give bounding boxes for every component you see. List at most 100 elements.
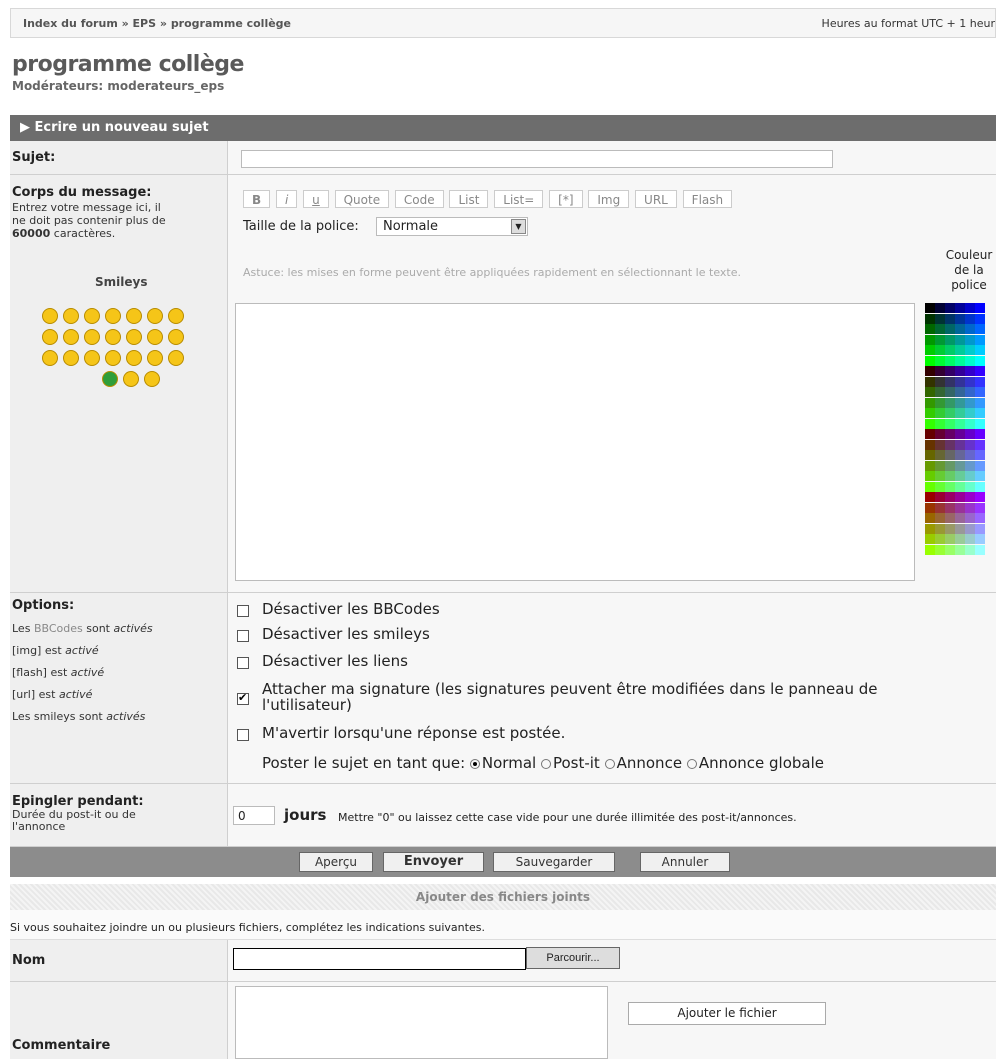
attach-signature-checkbox[interactable] [237, 691, 249, 705]
browse-button[interactable]: Parcourir... [526, 947, 620, 969]
color-swatch[interactable] [945, 313, 955, 324]
color-swatch[interactable] [955, 313, 965, 324]
color-swatch[interactable] [945, 492, 955, 502]
color-swatch[interactable] [965, 544, 975, 555]
color-swatch[interactable] [955, 492, 965, 502]
smiley-icon[interactable] [63, 350, 79, 366]
smiley-icon[interactable] [126, 350, 142, 366]
color-swatch[interactable] [935, 439, 945, 450]
list-numbered-button[interactable]: List= [494, 190, 544, 208]
post-type-global-radio[interactable] [686, 759, 697, 769]
smiley-icon[interactable] [147, 350, 163, 366]
color-swatch[interactable] [975, 513, 985, 523]
color-swatch[interactable] [935, 534, 945, 544]
color-swatch[interactable] [945, 523, 955, 534]
quote-button[interactable]: Quote [334, 190, 390, 208]
chevron-down-icon[interactable]: ▼ [511, 219, 526, 234]
color-swatch[interactable] [925, 513, 935, 523]
color-swatch[interactable] [965, 450, 975, 460]
color-swatch[interactable] [975, 544, 985, 555]
color-swatch[interactable] [955, 523, 965, 534]
color-swatch[interactable] [975, 534, 985, 544]
color-swatch[interactable] [945, 376, 955, 387]
color-swatch[interactable] [945, 366, 955, 376]
color-swatch[interactable] [925, 334, 935, 345]
breadcrumb-page-link[interactable]: programme collège [171, 17, 291, 30]
color-swatch[interactable] [935, 376, 945, 387]
smiley-icon[interactable] [105, 350, 121, 366]
color-swatch[interactable] [965, 481, 975, 492]
italic-button[interactable]: i [275, 190, 298, 208]
smiley-icon[interactable] [84, 329, 100, 345]
post-type-annonce-radio[interactable] [604, 759, 615, 769]
color-swatch[interactable] [955, 324, 965, 334]
color-swatch[interactable] [925, 366, 935, 376]
color-swatch[interactable] [965, 429, 975, 439]
color-swatch[interactable] [975, 345, 985, 355]
color-swatch[interactable] [925, 418, 935, 429]
add-file-button[interactable]: Ajouter le fichier [628, 1002, 826, 1025]
smiley-icon[interactable] [102, 371, 118, 387]
send-button[interactable]: Envoyer [383, 852, 484, 872]
flash-button[interactable]: Flash [682, 190, 733, 208]
smiley-icon[interactable] [147, 308, 163, 324]
color-swatch[interactable] [965, 387, 975, 397]
color-swatch[interactable] [965, 439, 975, 450]
color-swatch[interactable] [925, 387, 935, 397]
color-swatch[interactable] [945, 439, 955, 450]
color-swatch[interactable] [975, 355, 985, 366]
color-swatch[interactable] [975, 408, 985, 418]
forum-title[interactable]: programme collège [12, 52, 244, 77]
smiley-icon[interactable] [63, 329, 79, 345]
color-swatch[interactable] [925, 355, 935, 366]
color-swatch[interactable] [975, 397, 985, 408]
color-swatch[interactable] [935, 481, 945, 492]
smiley-icon[interactable] [63, 308, 79, 324]
color-swatch[interactable] [935, 492, 945, 502]
color-swatch[interactable] [955, 418, 965, 429]
notify-reply-checkbox[interactable] [237, 729, 249, 741]
color-swatch[interactable] [955, 345, 965, 355]
disable-smileys-checkbox[interactable] [237, 630, 249, 642]
color-swatch[interactable] [955, 502, 965, 513]
color-swatch[interactable] [975, 313, 985, 324]
color-swatch[interactable] [965, 397, 975, 408]
color-swatch[interactable] [925, 324, 935, 334]
color-swatch[interactable] [925, 492, 935, 502]
color-swatch[interactable] [925, 439, 935, 450]
color-swatch[interactable] [945, 450, 955, 460]
color-swatch[interactable] [975, 450, 985, 460]
color-swatch[interactable] [925, 397, 935, 408]
color-swatch[interactable] [925, 471, 935, 481]
color-swatch[interactable] [965, 534, 975, 544]
list-item-button[interactable]: [*] [549, 190, 583, 208]
color-swatch[interactable] [975, 523, 985, 534]
img-button[interactable]: Img [588, 190, 630, 208]
color-swatch[interactable] [955, 534, 965, 544]
smiley-icon[interactable] [168, 329, 184, 345]
color-swatch[interactable] [955, 471, 965, 481]
color-swatch[interactable] [945, 324, 955, 334]
color-swatch[interactable] [955, 513, 965, 523]
color-swatch[interactable] [955, 450, 965, 460]
url-button[interactable]: URL [635, 190, 677, 208]
post-type-postit-radio[interactable] [540, 759, 551, 769]
color-swatch[interactable] [965, 513, 975, 523]
smiley-icon[interactable] [42, 350, 58, 366]
smiley-icon[interactable] [42, 329, 58, 345]
subject-input[interactable] [241, 150, 833, 168]
pin-days-input[interactable]: 0 [233, 806, 275, 825]
color-swatch[interactable] [935, 355, 945, 366]
color-swatch[interactable] [975, 429, 985, 439]
color-swatch[interactable] [945, 534, 955, 544]
color-swatch[interactable] [955, 408, 965, 418]
color-swatch[interactable] [945, 513, 955, 523]
color-swatch[interactable] [935, 313, 945, 324]
color-swatch[interactable] [955, 481, 965, 492]
file-path-input[interactable] [233, 948, 526, 970]
color-swatch[interactable] [955, 397, 965, 408]
color-swatch[interactable] [965, 345, 975, 355]
attach-comment-textarea[interactable] [235, 986, 608, 1059]
color-swatch[interactable] [945, 429, 955, 439]
color-swatch[interactable] [975, 492, 985, 502]
